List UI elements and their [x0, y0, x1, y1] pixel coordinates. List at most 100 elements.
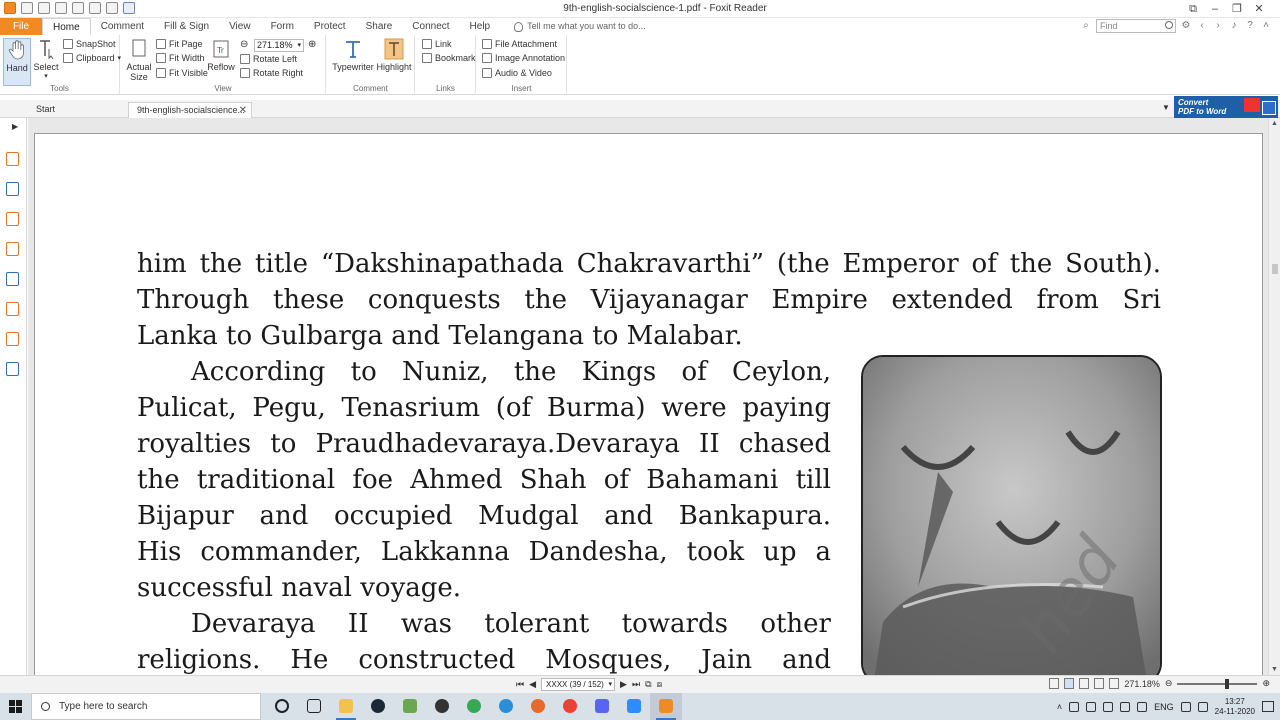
speaker-icon[interactable] [1197, 701, 1208, 712]
minimize-button[interactable]: – [1204, 0, 1226, 18]
facing-view-icon[interactable] [1079, 678, 1090, 689]
continuous-view-icon[interactable] [1064, 678, 1075, 689]
tab-fill-sign[interactable]: Fill & Sign [154, 18, 219, 35]
zoom-select[interactable]: 271.18% ▾ [254, 39, 304, 52]
steam-icon[interactable] [362, 693, 394, 720]
restore-ribbon-icon[interactable]: ⧉ [1182, 0, 1204, 18]
windows-start-icon[interactable] [9, 700, 22, 713]
find-input[interactable]: Find [1096, 19, 1176, 33]
previous-page-icon[interactable]: ◀ [529, 679, 536, 690]
pen-icon[interactable] [1120, 701, 1131, 712]
zoom-out-icon[interactable]: ⊖ [240, 39, 248, 50]
zoom-slider[interactable] [1177, 678, 1258, 689]
tab-share[interactable]: Share [356, 18, 403, 35]
cortana-icon[interactable] [266, 693, 298, 720]
status-zoom-in-icon[interactable]: ⊕ [1262, 678, 1270, 689]
pages-icon[interactable] [6, 152, 19, 166]
single-page-view-icon[interactable] [1049, 678, 1060, 689]
language-indicator[interactable]: ENG [1154, 702, 1174, 712]
layers-icon[interactable] [6, 182, 19, 196]
page-number-input[interactable]: XXXX (39 / 152) ▾ [541, 678, 616, 691]
continuous-facing-view-icon[interactable] [1094, 678, 1105, 689]
firefox-icon[interactable] [522, 693, 554, 720]
last-page-icon[interactable]: ⏭ [632, 679, 640, 690]
tab-home[interactable]: Home [42, 18, 91, 35]
signature-panel-icon[interactable] [6, 302, 19, 316]
maximize-button[interactable]: ❐ [1226, 0, 1248, 18]
link-button[interactable]: Link [422, 39, 452, 49]
scrollbar-thumb[interactable] [1272, 264, 1278, 274]
tab-start[interactable]: Start [28, 102, 126, 118]
help-icon[interactable]: ? [1244, 20, 1256, 32]
page-layout-icon[interactable]: ⧈ [657, 679, 663, 690]
foxit-reader-taskbar-icon[interactable] [650, 693, 682, 720]
clipboard-button[interactable]: Clipboard ▾ [63, 53, 121, 63]
snapshot-button[interactable]: SnapShot [63, 39, 116, 49]
next-page-icon[interactable]: ▶ [620, 679, 627, 690]
convert-pdf-to-word-button[interactable]: Convert PDF to Word [1174, 96, 1278, 118]
vertical-scrollbar[interactable]: ▲ ▼ [1268, 118, 1280, 675]
first-page-icon[interactable]: ⏮ [516, 679, 524, 690]
zoom-in-icon[interactable]: ⊕ [308, 39, 316, 50]
tab-form[interactable]: Form [261, 18, 304, 35]
expand-panel-icon[interactable]: ▶ [12, 122, 18, 131]
show-hidden-icons-icon[interactable]: ˄ [1057, 702, 1062, 712]
file-menu[interactable]: File [0, 18, 42, 35]
chrome-icon[interactable] [554, 693, 586, 720]
taskbar-clock[interactable]: 13:27 24-11-2020 [1215, 697, 1255, 717]
edge-icon[interactable] [490, 693, 522, 720]
usb-icon[interactable] [1069, 701, 1080, 712]
highlight-button[interactable]: Highlight [376, 38, 412, 72]
fit-page-button[interactable]: Fit Page [156, 39, 203, 49]
tab-view[interactable]: View [219, 18, 261, 35]
close-tab-icon[interactable]: ✕ [239, 103, 247, 118]
tab-help[interactable]: Help [460, 18, 501, 35]
volume-icon[interactable] [1103, 701, 1114, 712]
task-view-icon[interactable] [298, 693, 330, 720]
fit-visible-button[interactable]: Fit Visible [156, 68, 208, 78]
audio-video-button[interactable]: Audio & Video [482, 68, 552, 78]
zoom-app-icon[interactable] [618, 693, 650, 720]
discord-icon[interactable] [586, 693, 618, 720]
find-icon[interactable] [1165, 21, 1173, 29]
network-icon[interactable] [1180, 701, 1191, 712]
attachments-icon[interactable] [6, 272, 19, 286]
notification-center-icon[interactable] [1262, 701, 1274, 712]
fit-width-button[interactable]: Fit Width [156, 53, 205, 63]
collapse-ribbon-icon[interactable]: ˄ [1260, 20, 1272, 32]
cloud-icon[interactable] [1137, 701, 1148, 712]
insert-page-icon[interactable]: ⧉ [645, 679, 651, 690]
forward-icon[interactable]: › [1212, 20, 1224, 32]
fullscreen-icon[interactable] [1109, 678, 1120, 689]
scroll-up-icon[interactable]: ▲ [1271, 120, 1278, 127]
image-annotation-button[interactable]: Image Annotation [482, 53, 565, 63]
reflow-button[interactable]: Tr Reflow [207, 38, 235, 72]
document-viewport[interactable]: him the title “Dakshinapathada Chakravar… [28, 118, 1268, 675]
taskbar-search-box[interactable]: Type here to search [31, 693, 261, 720]
obs-icon[interactable] [426, 693, 458, 720]
green-app-icon[interactable] [458, 693, 490, 720]
comments-icon[interactable] [6, 212, 19, 226]
tab-list-dropdown-icon[interactable]: ▼ [1162, 103, 1170, 112]
rotate-right-button[interactable]: Rotate Right [240, 68, 303, 78]
bookmark-button[interactable]: Bookmark [422, 53, 476, 63]
gear-icon[interactable]: ⚙ [1180, 20, 1192, 32]
tab-connect[interactable]: Connect [402, 18, 459, 35]
tab-protect[interactable]: Protect [304, 18, 356, 35]
back-icon[interactable]: ‹ [1196, 20, 1208, 32]
bell-icon[interactable]: ♪ [1228, 20, 1240, 32]
rotate-left-button[interactable]: Rotate Left [240, 54, 297, 64]
tab-document[interactable]: 9th-english-socialscience... ✕ [128, 102, 252, 118]
hand-button[interactable]: Hand [3, 38, 31, 86]
security-lock-icon[interactable] [6, 332, 19, 346]
close-button[interactable]: ✕ [1248, 0, 1270, 18]
select-button[interactable]: Select ▾ [33, 38, 59, 80]
layers-app-icon[interactable] [394, 693, 426, 720]
file-explorer-icon[interactable] [330, 693, 362, 720]
tools-panel-icon[interactable] [6, 362, 19, 376]
zoom-slider-knob[interactable] [1225, 678, 1230, 689]
tell-me-box[interactable]: Tell me what you want to do... [500, 18, 646, 35]
typewriter-button[interactable]: Typewriter [331, 38, 375, 72]
bookmarks-panel-icon[interactable] [6, 242, 19, 256]
actual-size-button[interactable]: Actual Size [125, 38, 153, 82]
